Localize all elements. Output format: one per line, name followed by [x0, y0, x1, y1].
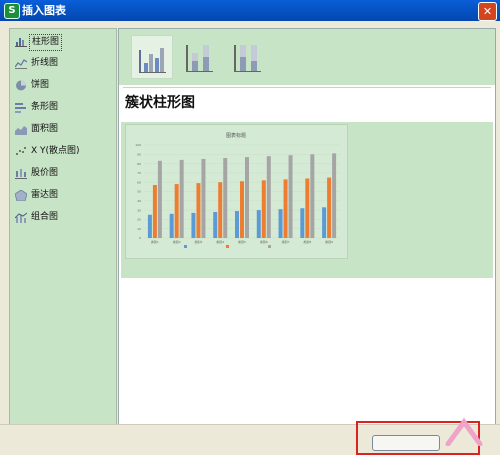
chart-svg: 图表标题 0 10 20 30 40 50 60 70 80 90 100 类别1 类别2 类别3 类别4 类…	[135, 132, 340, 248]
y-tick-label: 60	[137, 180, 141, 184]
legend-swatch	[226, 245, 229, 248]
wps-app-icon: S	[4, 3, 20, 19]
bar	[152, 184, 157, 238]
y-tick-label: 100	[135, 143, 141, 147]
bar	[245, 157, 249, 238]
combo-chart-icon	[15, 212, 27, 223]
bar	[218, 182, 223, 238]
chart-title: 图表标题	[226, 132, 246, 139]
bar	[201, 158, 206, 238]
chart-type-column[interactable]: 柱形图	[12, 32, 112, 52]
chart-preview: 图表标题 0 10 20 30 40 50 60 70 80 90 100 类别1 类别2 类别3 类别4 类…	[125, 124, 348, 259]
chart-type-label: 饼图	[31, 80, 50, 90]
percent-stacked-column-icon	[234, 45, 261, 72]
chart-type-label: 雷达图	[31, 190, 59, 200]
chart-type-area[interactable]: 面积图	[12, 120, 112, 140]
bar	[300, 208, 305, 238]
y-tick-label: 0	[139, 236, 141, 240]
x-tick-label: 类别6	[260, 239, 268, 244]
subtype-clustered-column[interactable]	[131, 35, 173, 79]
chart-type-label: 条形图	[31, 102, 59, 112]
chart-type-label: 面积图	[31, 124, 59, 134]
chart-type-label: 股价图	[31, 168, 59, 178]
bar	[213, 211, 218, 238]
preview-title: 簇状柱形图	[125, 95, 195, 111]
x-tick-label: 类别5	[238, 239, 246, 244]
chart-legend	[184, 245, 271, 248]
x-tick-label: 类别4	[216, 239, 224, 244]
bar	[256, 210, 261, 238]
y-tick-label: 20	[137, 218, 141, 222]
preview-area: 图表标题 0 10 20 30 40 50 60 70 80 90 100 类别1 类别2 类别3 类别4 类…	[121, 122, 493, 278]
bar	[157, 160, 162, 238]
chart-type-line[interactable]: 折线图	[12, 54, 112, 74]
x-tick-label: 类别9	[325, 239, 333, 244]
bar	[147, 214, 152, 238]
bar	[332, 153, 337, 238]
radar-chart-icon	[15, 190, 27, 201]
bar	[327, 177, 332, 238]
chart-type-bar[interactable]: 条形图	[12, 98, 112, 118]
y-tick-label: 80	[137, 162, 141, 166]
bar	[191, 212, 196, 238]
y-tick-label: 90	[137, 153, 141, 157]
bar	[310, 154, 315, 238]
bar	[305, 178, 310, 238]
bar	[266, 156, 271, 238]
window-title: 插入图表	[22, 4, 66, 17]
bar	[179, 159, 184, 238]
subtype-percent-stacked-column[interactable]	[227, 35, 267, 77]
chart-preview-panel: 簇状柱形图 图表标题 0 10 20 30 40 50 60 70 80 90 100 类别1 类别2 类…	[118, 28, 496, 425]
stock-chart-icon	[15, 169, 27, 179]
chart-type-pie[interactable]: 饼图	[12, 76, 112, 96]
y-tick-label: 10	[137, 227, 141, 231]
column-chart-icon	[15, 38, 27, 47]
bar	[261, 180, 266, 238]
chart-type-list: 柱形图 折线图 饼图 条形图 面积图 X Y(散点图) 股价图 雷达图 组合图	[9, 28, 117, 425]
subtype-bar	[119, 29, 495, 85]
bar	[278, 209, 283, 238]
legend-swatch	[268, 245, 271, 248]
chart-type-label: 组合图	[31, 212, 59, 222]
bar	[240, 181, 244, 238]
x-tick-label: 类别8	[303, 239, 311, 244]
bar	[174, 184, 179, 238]
subtype-stacked-column[interactable]	[179, 35, 219, 77]
y-tick-label: 30	[137, 208, 141, 212]
chart-type-combo[interactable]: 组合图	[12, 208, 112, 228]
x-tick-label: 类别7	[282, 239, 290, 244]
insert-chart-dialog: 柱形图 折线图 饼图 条形图 面积图 X Y(散点图) 股价图 雷达图 组合图 …	[3, 21, 497, 425]
x-tick-label: 类别3	[194, 239, 202, 244]
separator	[123, 87, 491, 88]
chart-type-radar[interactable]: 雷达图	[12, 186, 112, 206]
bar	[235, 211, 239, 238]
x-tick-label: 类别2	[173, 239, 181, 244]
clustered-column-icon	[139, 48, 166, 73]
chart-type-stock[interactable]: 股价图	[12, 164, 112, 184]
x-tick-label: 类别1	[151, 239, 159, 244]
bar	[196, 183, 201, 238]
bar	[288, 155, 293, 238]
close-button[interactable]: ✕	[478, 2, 497, 21]
pointer-annotation-icon	[445, 418, 483, 446]
area-chart-icon	[15, 126, 27, 135]
y-tick-label: 40	[137, 199, 141, 203]
line-chart-icon	[15, 59, 27, 69]
chart-type-scatter[interactable]: X Y(散点图)	[12, 142, 112, 162]
bar	[223, 158, 228, 238]
legend-swatch	[184, 245, 187, 248]
chart-type-label: X Y(散点图)	[31, 146, 80, 156]
title-bar: S 插入图表 ✕	[0, 0, 500, 21]
bar	[283, 179, 288, 238]
scatter-chart-icon	[16, 147, 26, 155]
bar	[322, 207, 327, 238]
y-tick-label: 50	[137, 190, 141, 194]
chart-type-label: 折线图	[31, 58, 59, 68]
chart-type-label: 柱形图	[29, 34, 63, 51]
bar	[169, 213, 174, 238]
stacked-column-icon	[186, 45, 213, 72]
pie-chart-icon	[16, 80, 26, 91]
bar-chart-icon	[15, 103, 26, 113]
y-tick-label: 70	[137, 171, 141, 175]
